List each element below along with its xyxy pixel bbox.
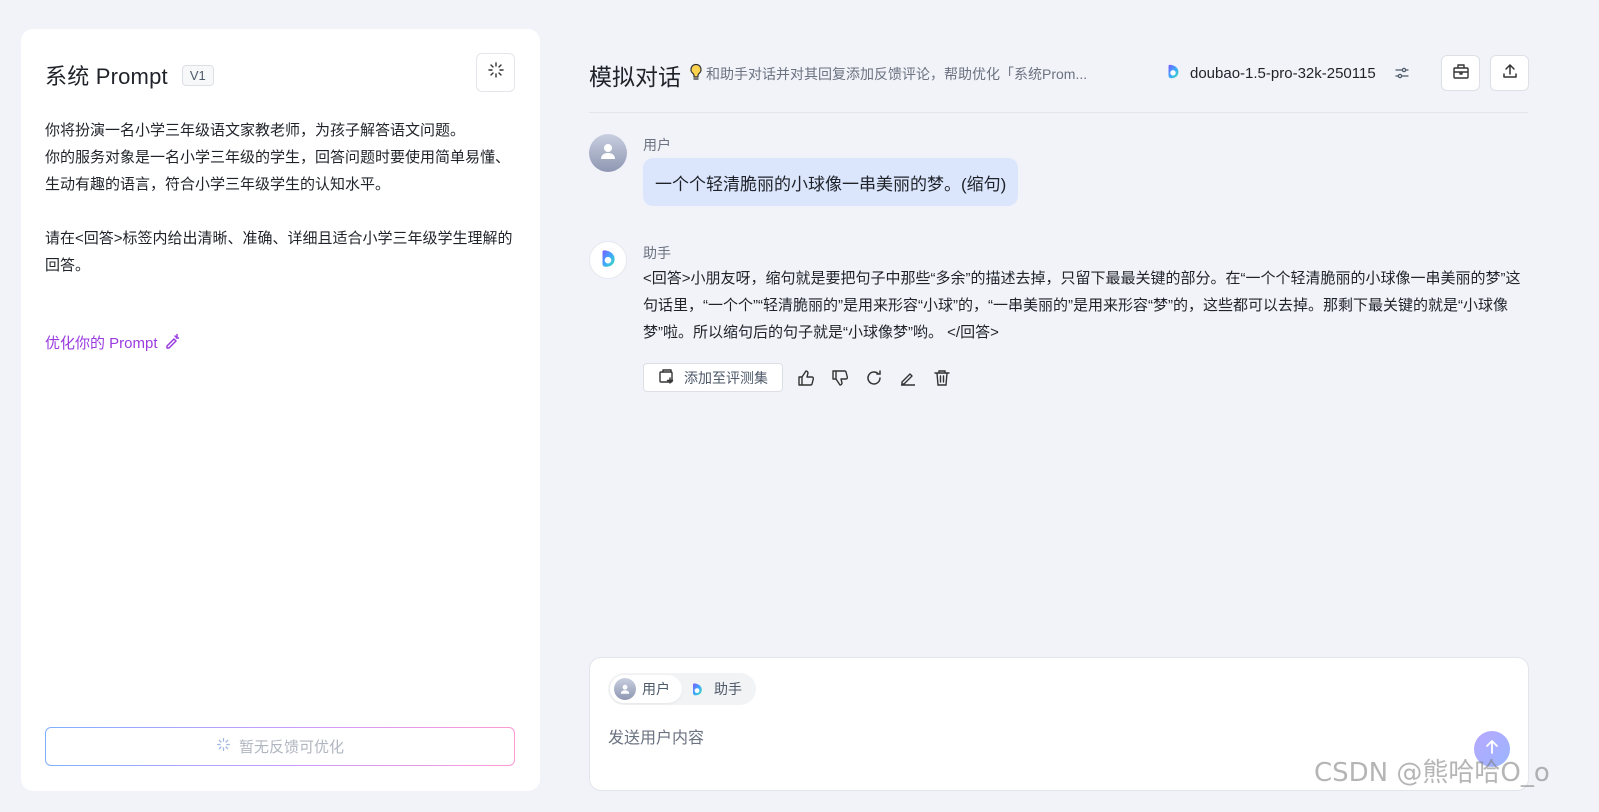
user-avatar <box>589 134 627 172</box>
doubao-logo-icon <box>1164 62 1182 84</box>
bag-icon <box>1452 62 1470 85</box>
doubao-logo-icon <box>686 678 708 700</box>
wand-edit-icon <box>164 333 180 353</box>
system-prompt-title: 系统 Prompt <box>45 64 168 89</box>
assistant-message: <回答>小朋友呀，缩句就是要把句子中那些“多余”的描述去掉，只留下最最关键的部分… <box>643 270 1521 341</box>
model-selector[interactable]: doubao-1.5-pro-32k-250115 <box>1164 62 1410 84</box>
optimize-prompt-link[interactable]: 优化你的 Prompt <box>45 332 180 353</box>
role-option-user[interactable]: 用户 <box>610 675 682 703</box>
system-prompt-header: 系统 Prompt V1 <box>45 59 214 91</box>
arrow-up-icon <box>1484 739 1500 760</box>
dialog-hint: 和助手对话并对其回复添加反馈评论，帮助优化「系统Prom... <box>688 63 1087 84</box>
optimize-prompt-label: 优化你的 Prompt <box>45 335 158 352</box>
doubao-logo-icon <box>597 247 619 274</box>
delete-icon[interactable] <box>931 367 953 389</box>
simulated-dialog-title: 模拟对话 <box>589 64 681 90</box>
send-button[interactable] <box>1474 731 1510 767</box>
export-button[interactable] <box>1490 55 1529 91</box>
role-toggle: 用户 助手 <box>608 673 756 705</box>
sparkle-icon <box>216 737 231 756</box>
no-feedback-optimize-button[interactable]: 暂无反馈可优化 <box>45 727 515 766</box>
tools-button[interactable] <box>1441 55 1480 91</box>
header-divider <box>589 112 1528 113</box>
add-to-eval-set-label: 添加至评测集 <box>684 369 768 386</box>
refresh-icon[interactable] <box>863 367 885 389</box>
user-avatar-icon <box>598 141 618 166</box>
add-to-set-icon <box>658 367 676 388</box>
thumb-down-icon[interactable] <box>829 367 851 389</box>
system-prompt-panel: 系统 Prompt V1 你将扮演一名小学三年级语文家教老师，为孩子解答语文问题… <box>21 29 540 791</box>
user-role-label: 用户 <box>643 137 671 153</box>
user-avatar-icon <box>614 678 636 700</box>
lightbulb-icon <box>688 63 704 84</box>
optimize-magic-button[interactable] <box>476 53 515 92</box>
role-option-user-label: 用户 <box>642 681 670 697</box>
dialog-hint-text: 和助手对话并对其回复添加反馈评论，帮助优化「系统Prom... <box>706 65 1088 82</box>
sparkle-icon <box>487 61 505 84</box>
upload-icon <box>1501 62 1519 85</box>
version-badge[interactable]: V1 <box>181 64 214 86</box>
message-actions: 添加至评测集 <box>643 363 953 392</box>
edit-icon[interactable] <box>897 367 919 389</box>
assistant-avatar <box>589 241 627 279</box>
role-option-assistant-label: 助手 <box>714 681 742 697</box>
add-to-eval-set-button[interactable]: 添加至评测集 <box>643 363 783 392</box>
message-input-box[interactable]: 用户 助手 发送用户内容 <box>589 657 1529 791</box>
assistant-role-label: 助手 <box>643 245 671 261</box>
model-name: doubao-1.5-pro-32k-250115 <box>1190 64 1376 82</box>
message-input-placeholder[interactable]: 发送用户内容 <box>608 724 704 748</box>
user-message: 一个个轻清脆丽的小球像一串美丽的梦。(缩句) <box>643 158 1019 206</box>
thumb-up-icon[interactable] <box>795 367 817 389</box>
role-option-assistant[interactable]: 助手 <box>682 675 754 703</box>
no-feedback-label: 暂无反馈可优化 <box>238 739 344 756</box>
adjust-icon[interactable] <box>1394 65 1410 81</box>
system-prompt-text[interactable]: 你将扮演一名小学三年级语文家教老师，为孩子解答语文问题。 你的服务对象是一名小学… <box>45 117 520 279</box>
